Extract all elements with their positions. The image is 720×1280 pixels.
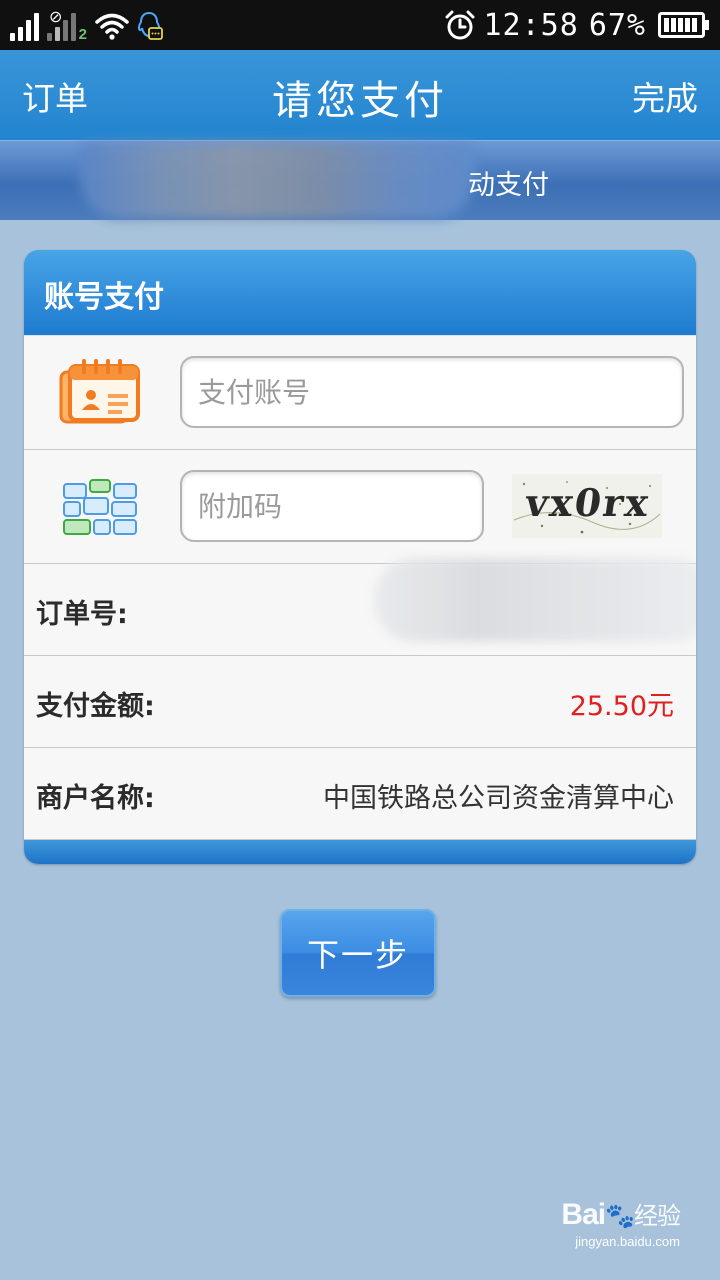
- signal-icon: [10, 11, 39, 41]
- card-header: 账号支付: [24, 250, 696, 336]
- card-footer: [24, 840, 696, 864]
- merchant-row: 商户名称: 中国铁路总公司资金清算中心: [24, 748, 696, 840]
- captcha-text: vx0rx: [522, 480, 654, 525]
- done-link[interactable]: 完成: [632, 72, 698, 120]
- keyboard-icon: [63, 479, 137, 535]
- merchant-value: 中国铁路总公司资金清算中心: [323, 783, 674, 814]
- account-input[interactable]: [180, 356, 684, 428]
- wifi-icon: [95, 13, 129, 40]
- redacted-area: [80, 143, 475, 219]
- account-payment-card: 账号支付 支付账号 附加码 vx0rx 订单号: 支付金额: 25.50元 商户…: [24, 250, 696, 864]
- captcha-image[interactable]: vx0rx: [512, 474, 662, 538]
- id-card-icon: [59, 359, 140, 424]
- amount-row: 支付金额: 25.50元: [24, 656, 696, 748]
- page-title: 请您支付: [272, 78, 448, 124]
- signal-2-icon: ⊘ 2: [47, 7, 89, 43]
- extra-code-row: vx0rx: [24, 450, 696, 564]
- order-number-row: 订单号:: [24, 558, 696, 656]
- battery-percent: 67%: [588, 7, 646, 43]
- card-title: 账号支付: [44, 280, 164, 315]
- watermark-logo-text: Bai: [561, 1198, 606, 1231]
- payment-method-label: 动支付: [468, 170, 549, 201]
- watermark-url: jingyan.baidu.com: [575, 1234, 680, 1249]
- nav-bar: 订单 请您支付 完成: [0, 50, 720, 140]
- account-row: [24, 336, 696, 450]
- qq-notification-icon: [137, 11, 163, 40]
- status-bar: ⊘ 2 12:58 67%: [0, 0, 720, 50]
- status-time: 12:58: [483, 7, 579, 43]
- status-right-icons: 12:58 67%: [444, 5, 711, 45]
- alarm-icon: [445, 10, 474, 40]
- extra-code-input[interactable]: [180, 470, 484, 542]
- merchant-label: 商户名称:: [36, 783, 155, 814]
- status-left-icons: ⊘ 2: [10, 7, 163, 43]
- order-number-label: 订单号:: [36, 599, 128, 630]
- battery-icon: [658, 12, 709, 38]
- paw-icon: 🐾: [605, 1203, 635, 1230]
- no-data-icon: ⊘: [49, 7, 63, 26]
- baidu-jingyan-watermark: Bai🐾经验 jingyan.baidu.com: [540, 1196, 681, 1262]
- watermark-logo: Bai🐾经验: [540, 1196, 681, 1232]
- amount-value: 25.50元: [569, 691, 674, 722]
- sim2-label: 2: [78, 26, 87, 43]
- watermark-logo-suffix: 经验: [634, 1202, 681, 1230]
- amount-label: 支付金额:: [36, 691, 155, 722]
- next-step-button[interactable]: 下一步: [280, 909, 436, 997]
- redacted-order-number: [374, 558, 696, 642]
- payment-method-tab[interactable]: 动支付: [0, 140, 720, 220]
